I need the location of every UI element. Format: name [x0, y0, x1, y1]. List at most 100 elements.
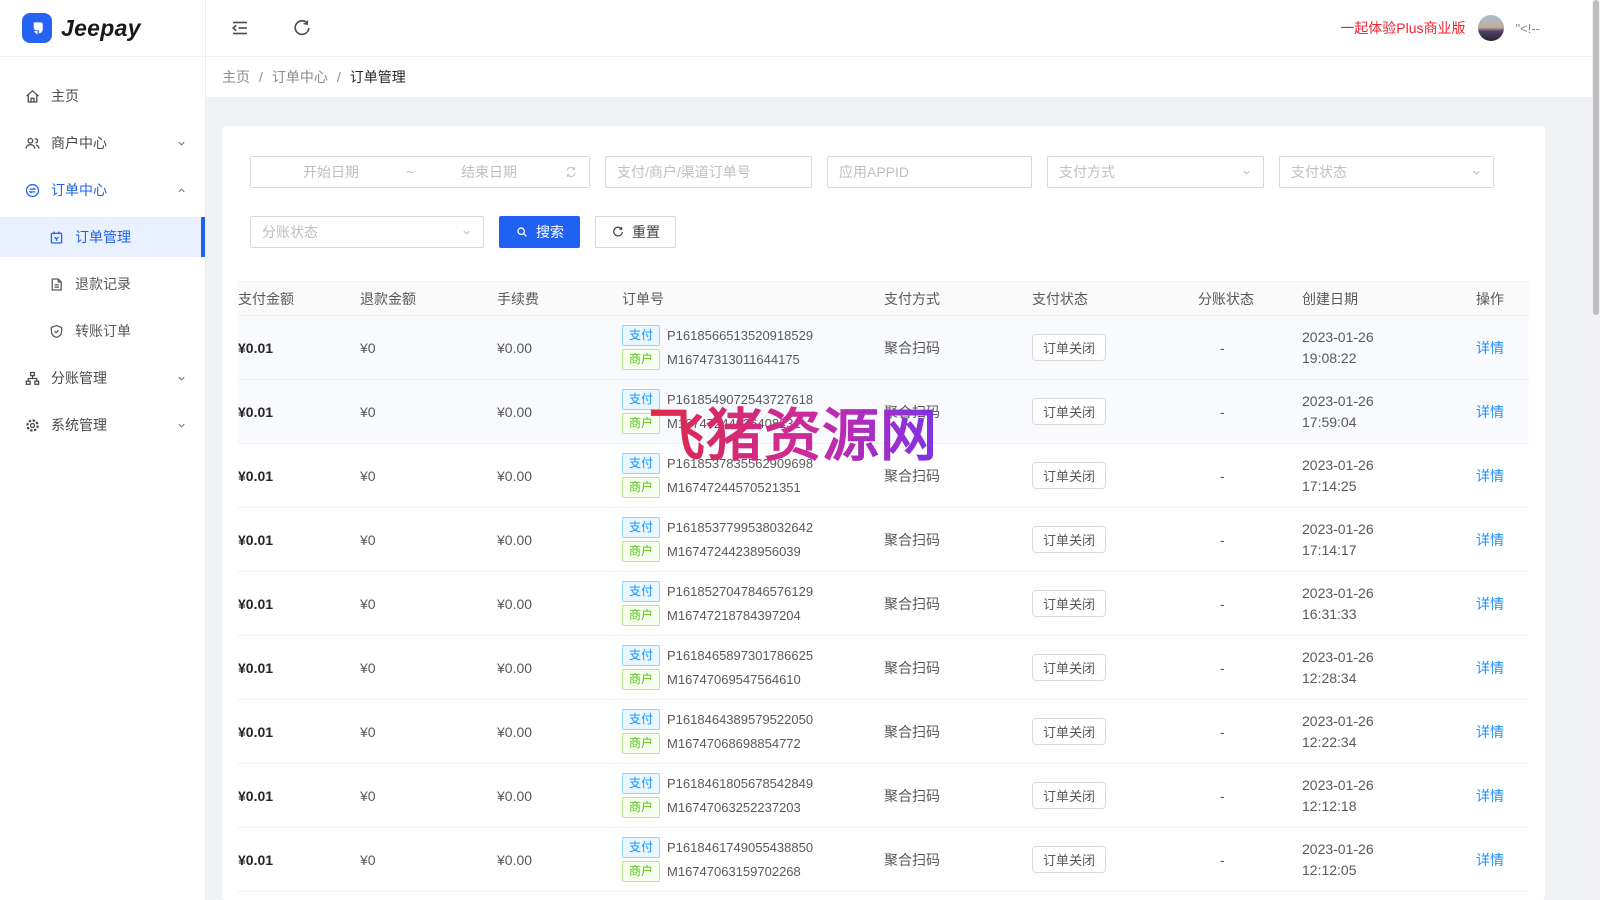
detail-link[interactable]: 详情: [1476, 596, 1504, 612]
division-state-cell: -: [1198, 788, 1302, 804]
division-state-select[interactable]: 分账状态: [250, 216, 484, 248]
order-no-input[interactable]: [605, 156, 812, 188]
created-date: 2023-01-26: [1302, 327, 1468, 348]
detail-link[interactable]: 详情: [1476, 532, 1504, 548]
scrollbar-thumb[interactable]: [1593, 0, 1599, 315]
fee-cell: ¥0.00: [497, 468, 622, 484]
pay-way-cell: 聚合扫码: [884, 786, 1032, 806]
plus-version-link[interactable]: 一起体验Plus商业版: [1340, 18, 1465, 38]
pay-amount-cell: ¥0.01: [238, 468, 360, 484]
fee-cell: ¥0.00: [497, 596, 622, 612]
created-date-cell: 2023-01-26 12:22:34: [1302, 711, 1476, 753]
end-date-input[interactable]: [420, 164, 558, 180]
breadcrumb-order-center[interactable]: 订单中心: [272, 67, 328, 87]
mch-order-line: 商户 M16747244636408231: [622, 413, 876, 434]
search-button-label: 搜索: [536, 222, 564, 242]
breadcrumb-current: 订单管理: [350, 67, 406, 87]
pay-order-line: 支付 P1618549072543727618: [622, 389, 876, 410]
created-date: 2023-01-26: [1302, 775, 1468, 796]
mch-tag: 商户: [622, 733, 660, 754]
pay-amount-cell: ¥0.01: [238, 596, 360, 612]
sidebar-item-label: 分账管理: [51, 368, 107, 388]
order-closed-badge: 订单关闭: [1032, 718, 1106, 745]
pay-tag: 支付: [622, 517, 660, 538]
created-date-cell: 2023-01-26 12:12:05: [1302, 839, 1476, 881]
mch-order-no: M16747244636408231: [667, 416, 801, 431]
detail-link[interactable]: 详情: [1476, 724, 1504, 740]
order-no-cell: 支付 P1618464389579522050 商户 M167470686988…: [622, 706, 884, 757]
menu-fold-icon[interactable]: [230, 18, 250, 38]
sidebar-item-profit-sharing[interactable]: 分账管理: [0, 358, 205, 398]
pay-state-select-placeholder: 支付状态: [1291, 162, 1347, 182]
reload-icon[interactable]: [292, 18, 312, 38]
app-window: Jeepay 主页 商户中心: [0, 0, 1600, 900]
brand-name: Jeepay: [61, 15, 141, 42]
orders-table: 支付金额 退款金额 手续费 订单号 支付方式 支付状态 分账状态 创建日期 操作…: [238, 281, 1529, 892]
sidebar: Jeepay 主页 商户中心: [0, 0, 206, 900]
pay-tag: 支付: [622, 453, 660, 474]
created-date-cell: 2023-01-26 17:14:25: [1302, 455, 1476, 497]
sidebar-item-order-management[interactable]: 订单管理: [0, 217, 205, 257]
created-time: 12:12:18: [1302, 796, 1468, 817]
sidebar-item-label: 转账订单: [75, 321, 131, 341]
division-state-cell: -: [1198, 852, 1302, 868]
col-header-division: 分账状态: [1198, 289, 1302, 309]
actions-cell: 详情: [1476, 530, 1529, 550]
chevron-down-icon: [176, 420, 187, 431]
pay-state-cell: 订单关闭: [1032, 846, 1198, 873]
jeepay-logo-icon: [22, 13, 52, 43]
sidebar-item-refund-records[interactable]: 退款记录: [0, 264, 205, 304]
breadcrumb-home[interactable]: 主页: [222, 67, 250, 87]
pay-state-cell: 订单关闭: [1032, 718, 1198, 745]
date-range-picker[interactable]: ~: [250, 156, 590, 188]
created-date: 2023-01-26: [1302, 455, 1468, 476]
pay-way-select[interactable]: 支付方式: [1047, 156, 1264, 188]
division-state-cell: -: [1198, 596, 1302, 612]
pay-way-select-placeholder: 支付方式: [1059, 162, 1115, 182]
search-button[interactable]: 搜索: [499, 216, 580, 248]
col-header-pay-way: 支付方式: [884, 289, 1032, 309]
refund-amount-cell: ¥0: [360, 596, 497, 612]
detail-link[interactable]: 详情: [1476, 468, 1504, 484]
sidebar-item-system-management[interactable]: 系统管理: [0, 405, 205, 445]
detail-link[interactable]: 详情: [1476, 404, 1504, 420]
user-avatar[interactable]: [1478, 15, 1504, 41]
col-header-refund: 退款金额: [360, 289, 497, 309]
order-no-cell: 支付 P1618465897301786625 商户 M167470695475…: [622, 642, 884, 693]
pay-amount-cell: ¥0.01: [238, 724, 360, 740]
appid-input[interactable]: [827, 156, 1032, 188]
sidebar-item-label: 订单中心: [51, 180, 107, 200]
order-closed-badge: 订单关闭: [1032, 782, 1106, 809]
actions-cell: 详情: [1476, 658, 1529, 678]
sidebar-item-transfer-orders[interactable]: 转账订单: [0, 311, 205, 351]
sidebar-item-home[interactable]: 主页: [0, 76, 205, 116]
sidebar-item-order-center[interactable]: 订单中心: [0, 170, 205, 210]
mch-order-line: 商户 M16747063159702268: [622, 861, 876, 882]
pay-state-select[interactable]: 支付状态: [1279, 156, 1494, 188]
table-header-row: 支付金额 退款金额 手续费 订单号 支付方式 支付状态 分账状态 创建日期 操作: [238, 281, 1529, 316]
sidebar-item-label: 退款记录: [75, 274, 131, 294]
sidebar-item-label: 商户中心: [51, 133, 107, 153]
sidebar-item-merchant-center[interactable]: 商户中心: [0, 123, 205, 163]
pay-order-no: P1618461749055438850: [667, 840, 813, 855]
start-date-input[interactable]: [262, 164, 400, 180]
brand-logo[interactable]: Jeepay: [0, 0, 205, 57]
chevron-down-icon: [1241, 167, 1252, 178]
reset-button[interactable]: 重置: [595, 216, 676, 248]
table-row: ¥0.01 ¥0 ¥0.00 支付 P1618549072543727618 商…: [238, 380, 1529, 444]
created-time: 12:22:34: [1302, 732, 1468, 753]
mch-order-no: M16747063252237203: [667, 800, 801, 815]
refund-amount-cell: ¥0: [360, 340, 497, 356]
scrollbar-track[interactable]: [1592, 0, 1600, 900]
detail-link[interactable]: 详情: [1476, 852, 1504, 868]
order-no-cell: 支付 P1618537835562909698 商户 M167472445705…: [622, 450, 884, 501]
detail-link[interactable]: 详情: [1476, 660, 1504, 676]
pay-order-no: P1618465897301786625: [667, 648, 813, 663]
pay-way-cell: 聚合扫码: [884, 722, 1032, 742]
table-body: ¥0.01 ¥0 ¥0.00 支付 P1618566513520918529 商…: [238, 316, 1529, 892]
division-state-cell: -: [1198, 724, 1302, 740]
detail-link[interactable]: 详情: [1476, 788, 1504, 804]
pay-state-cell: 订单关闭: [1032, 334, 1198, 361]
detail-link[interactable]: 详情: [1476, 340, 1504, 356]
sidebar-item-label: 主页: [51, 86, 79, 106]
